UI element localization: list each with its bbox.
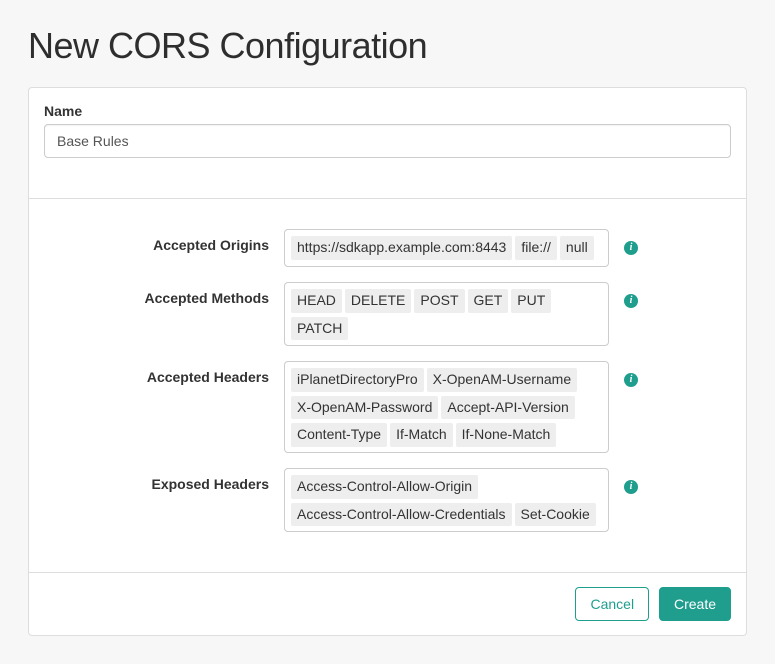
- tag[interactable]: X-OpenAM-Password: [291, 396, 438, 420]
- accepted-origins-label: Accepted Origins: [44, 229, 284, 253]
- tag[interactable]: https://sdkapp.example.com:8443: [291, 236, 512, 260]
- info-icon[interactable]: i: [624, 480, 638, 494]
- exposed-headers-label: Exposed Headers: [44, 468, 284, 492]
- tag[interactable]: iPlanetDirectoryPro: [291, 368, 424, 392]
- info-icon[interactable]: i: [624, 241, 638, 255]
- info-icon[interactable]: i: [624, 373, 638, 387]
- tag[interactable]: PUT: [511, 289, 551, 313]
- tag[interactable]: null: [560, 236, 594, 260]
- tag[interactable]: Access-Control-Allow-Origin: [291, 475, 478, 499]
- tag[interactable]: Accept-API-Version: [441, 396, 574, 420]
- name-label: Name: [44, 103, 731, 119]
- tag[interactable]: Access-Control-Allow-Credentials: [291, 503, 512, 527]
- tag[interactable]: POST: [414, 289, 464, 313]
- accepted-methods-row: Accepted Methods HEADDELETEPOSTGETPUT PAT…: [44, 282, 731, 346]
- accepted-headers-label: Accepted Headers: [44, 361, 284, 385]
- name-input[interactable]: [44, 124, 731, 158]
- tag[interactable]: DELETE: [345, 289, 411, 313]
- exposed-headers-row: Exposed Headers Access-Control-Allow-Ori…: [44, 468, 731, 532]
- cancel-button[interactable]: Cancel: [575, 587, 649, 621]
- accepted-origins-row: Accepted Origins https://sdkapp.example.…: [44, 229, 731, 267]
- tag[interactable]: X-OpenAM-Username: [427, 368, 578, 392]
- accepted-methods-label: Accepted Methods: [44, 282, 284, 306]
- accepted-origins-input[interactable]: https://sdkapp.example.com:8443file://nu…: [284, 229, 609, 267]
- accepted-headers-row: Accepted Headers iPlanetDirectoryProX-Op…: [44, 361, 731, 453]
- tag[interactable]: HEAD: [291, 289, 342, 313]
- cors-fields-section: Accepted Origins https://sdkapp.example.…: [29, 199, 746, 572]
- info-icon[interactable]: i: [624, 294, 638, 308]
- tag[interactable]: If-Match: [390, 423, 453, 447]
- tag[interactable]: If-None-Match: [456, 423, 557, 447]
- panel-footer: Cancel Create: [29, 572, 746, 635]
- tag[interactable]: GET: [468, 289, 509, 313]
- page-title: New CORS Configuration: [28, 25, 747, 67]
- tag[interactable]: file://: [515, 236, 557, 260]
- accepted-headers-input[interactable]: iPlanetDirectoryProX-OpenAM-Username X-Op…: [284, 361, 609, 453]
- config-panel: Name Accepted Origins https://sdkapp.exa…: [28, 87, 747, 636]
- exposed-headers-input[interactable]: Access-Control-Allow-Origin Access-Contro…: [284, 468, 609, 532]
- tag[interactable]: PATCH: [291, 317, 348, 341]
- tag[interactable]: Set-Cookie: [515, 503, 596, 527]
- create-button[interactable]: Create: [659, 587, 731, 621]
- name-section: Name: [29, 88, 746, 199]
- tag[interactable]: Content-Type: [291, 423, 387, 447]
- accepted-methods-input[interactable]: HEADDELETEPOSTGETPUT PATCH: [284, 282, 609, 346]
